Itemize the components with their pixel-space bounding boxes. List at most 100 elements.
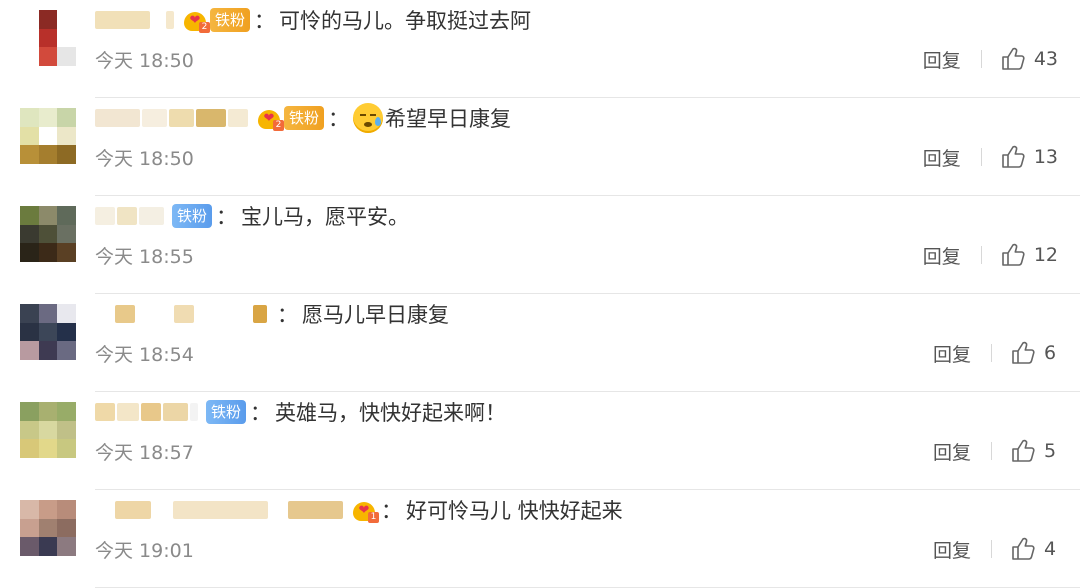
comment-actions: 回复 13 [923,142,1058,172]
like-count: 43 [1033,48,1058,70]
avatar-pixel [38,402,58,421]
like-count: 12 [1033,244,1058,266]
username[interactable] [95,302,269,326]
thumbs-up-icon[interactable] [1000,242,1026,268]
username-blur [196,305,251,323]
username[interactable] [95,498,345,522]
comment-item: 铁粉 ： 宝儿马，愿平安。 今天 18:55 回复 12 [0,196,1080,294]
avatar-pixel [20,10,39,29]
avatar-pixel [20,108,39,127]
username-blur [253,305,267,323]
username-blur [117,207,137,225]
avatar-pixel [38,322,58,342]
avatar-pixel [20,341,39,360]
avatar-pixel [20,206,39,225]
action-divider [991,540,992,558]
avatar-pixel [38,420,58,440]
username[interactable] [95,8,176,32]
like-count: 13 [1033,146,1058,168]
avatar-pixel [57,420,76,440]
avatar-pixel [57,224,76,244]
avatar-pixel [38,537,58,556]
fan-badge: 铁粉 [284,106,325,130]
avatar-pixel [38,500,58,519]
username[interactable] [95,204,166,228]
username[interactable] [95,400,200,424]
thumbs-up-icon[interactable] [1000,46,1026,72]
avatar-pixel [20,322,39,342]
avatar[interactable] [20,500,76,556]
comment-time: 今天 19:01 [95,539,194,562]
comment-header: 铁粉 ： 宝儿马，愿平安。 [95,196,409,236]
avatar-pixel [57,108,76,127]
reply-button[interactable]: 回复 [933,438,971,465]
comment-header: ❤ 2 铁粉 ： 可怜的马儿。争取挺过去阿 [95,0,531,40]
action-divider [980,50,982,68]
avatar-pixel [57,126,76,146]
comment-text: 愿马儿早日康复 [302,303,449,327]
reply-button[interactable]: 回复 [933,536,971,563]
username-blur [117,403,139,421]
comment-actions: 回复 43 [923,44,1058,74]
avatar-pixel [57,537,76,556]
avatar-pixel [20,126,39,146]
comment-item: ❤ 1 ： 好可怜马儿 快快好起来 今天 19:01 回复 4 [0,490,1080,588]
username-blur [196,109,226,127]
comment-time: 今天 18:50 [95,49,194,72]
avatar-pixel [57,243,76,262]
fan-badge: 铁粉 [210,8,251,32]
fan-badge: 铁粉 [172,204,213,228]
thumbs-up-icon[interactable] [1010,340,1036,366]
username-blur [139,207,164,225]
avatar-pixel [38,341,58,360]
avatar-pixel [20,500,39,519]
colon-separator: ： [381,499,402,523]
reply-button[interactable]: 回复 [923,144,961,171]
crown-icon: ❤ 2 [182,7,210,33]
username-blur [270,501,286,519]
username-blur [95,305,113,323]
thumbs-up-icon[interactable] [1000,144,1026,170]
avatar-pixel [57,402,76,421]
comment-time: 今天 18:50 [95,147,194,170]
avatar-pixel [57,47,76,66]
colon-separator: ： [277,303,298,327]
avatar-pixel [38,108,58,127]
comment-header: ❤ 1 ： 好可怜马儿 快快好起来 [95,490,623,530]
avatar-pixel [20,243,39,262]
username[interactable] [95,106,250,130]
comment-actions: 回复 4 [933,534,1058,564]
reply-button[interactable]: 回复 [923,242,961,269]
username-blur [95,109,140,127]
like-count: 5 [1044,440,1057,462]
comment-time: 今天 18:55 [95,245,194,268]
comment-header: 铁粉 ： 英雄马，快快好起来啊！ [95,392,506,432]
thumbs-up-icon[interactable] [1010,438,1036,464]
avatar-pixel [57,28,76,48]
avatar-pixel [57,145,76,164]
comment-text: 宝儿马，愿平安。 [241,205,410,229]
action-divider [991,344,992,362]
reply-button[interactable]: 回复 [933,340,971,367]
avatar-pixel [20,537,39,556]
username-blur [228,109,248,127]
avatar[interactable] [20,108,76,164]
avatar[interactable] [20,402,76,458]
comment-actions: 回复 5 [933,436,1058,466]
avatar-pixel [38,304,58,323]
avatar-pixel [38,126,58,146]
thumbs-up-icon[interactable] [1010,536,1036,562]
avatar[interactable] [20,206,76,262]
avatar[interactable] [20,10,76,66]
avatar[interactable] [20,304,76,360]
username-blur [95,207,115,225]
action-divider [991,442,992,460]
avatar-pixel [57,206,76,225]
colon-separator: ： [328,107,350,131]
avatar-pixel [20,28,39,48]
reply-button[interactable]: 回复 [923,46,961,73]
comment-text: 好可怜马儿 快快好起来 [406,499,623,523]
colon-separator: ： [250,401,272,425]
like-count: 6 [1044,342,1057,364]
comment-actions: 回复 6 [933,338,1058,368]
